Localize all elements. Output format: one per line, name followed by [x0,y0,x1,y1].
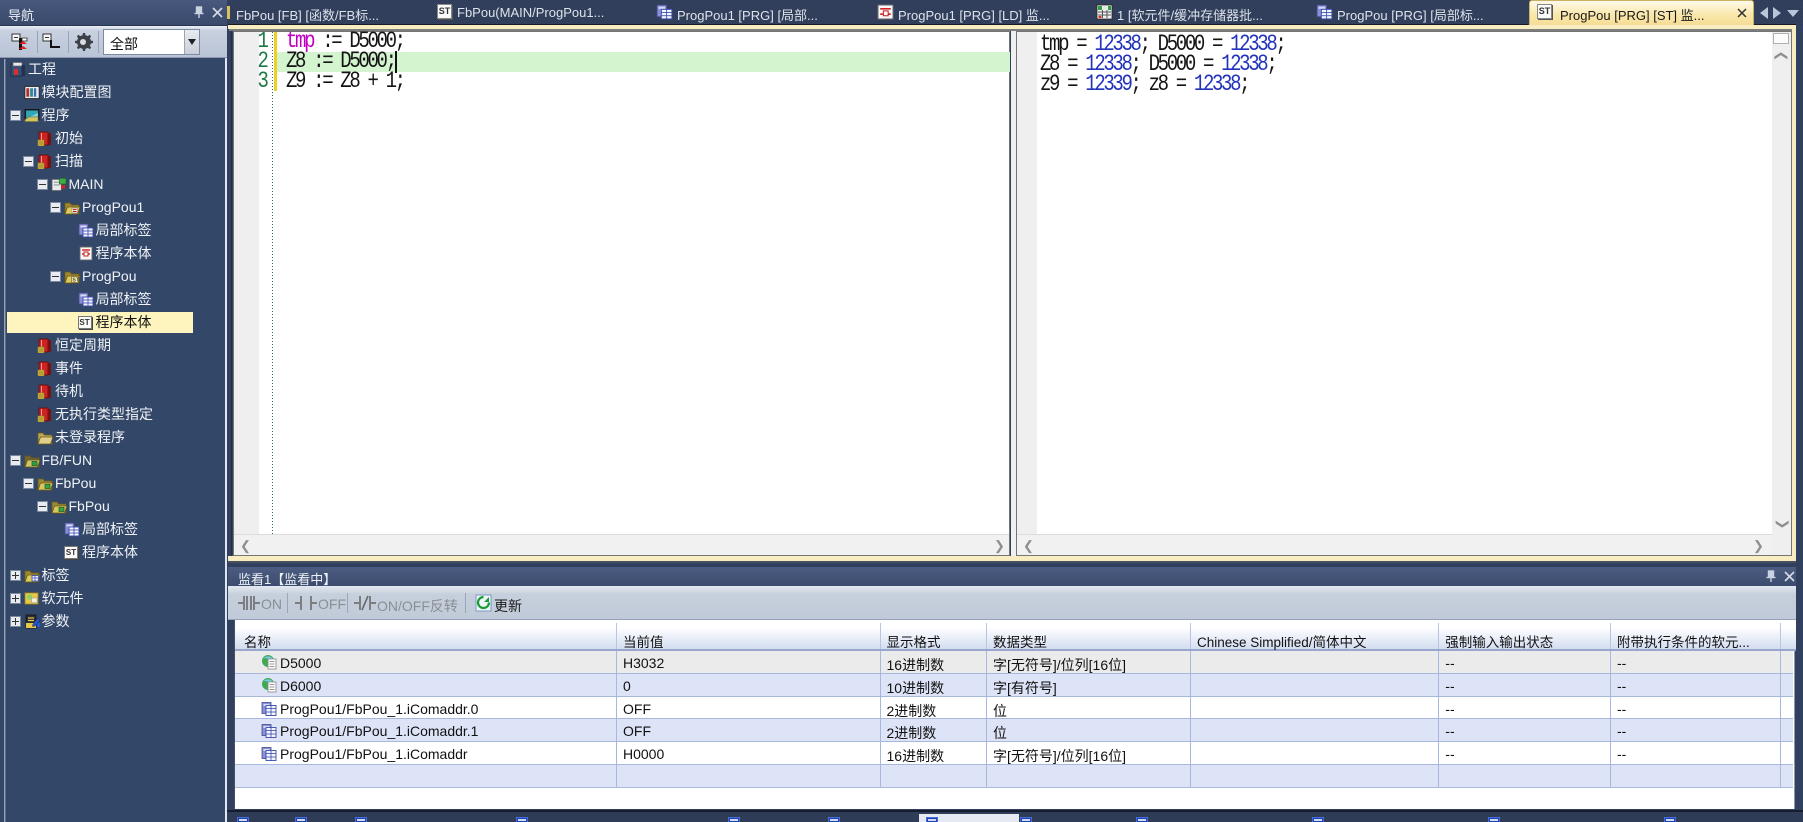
svg-text:ST: ST [72,277,80,283]
